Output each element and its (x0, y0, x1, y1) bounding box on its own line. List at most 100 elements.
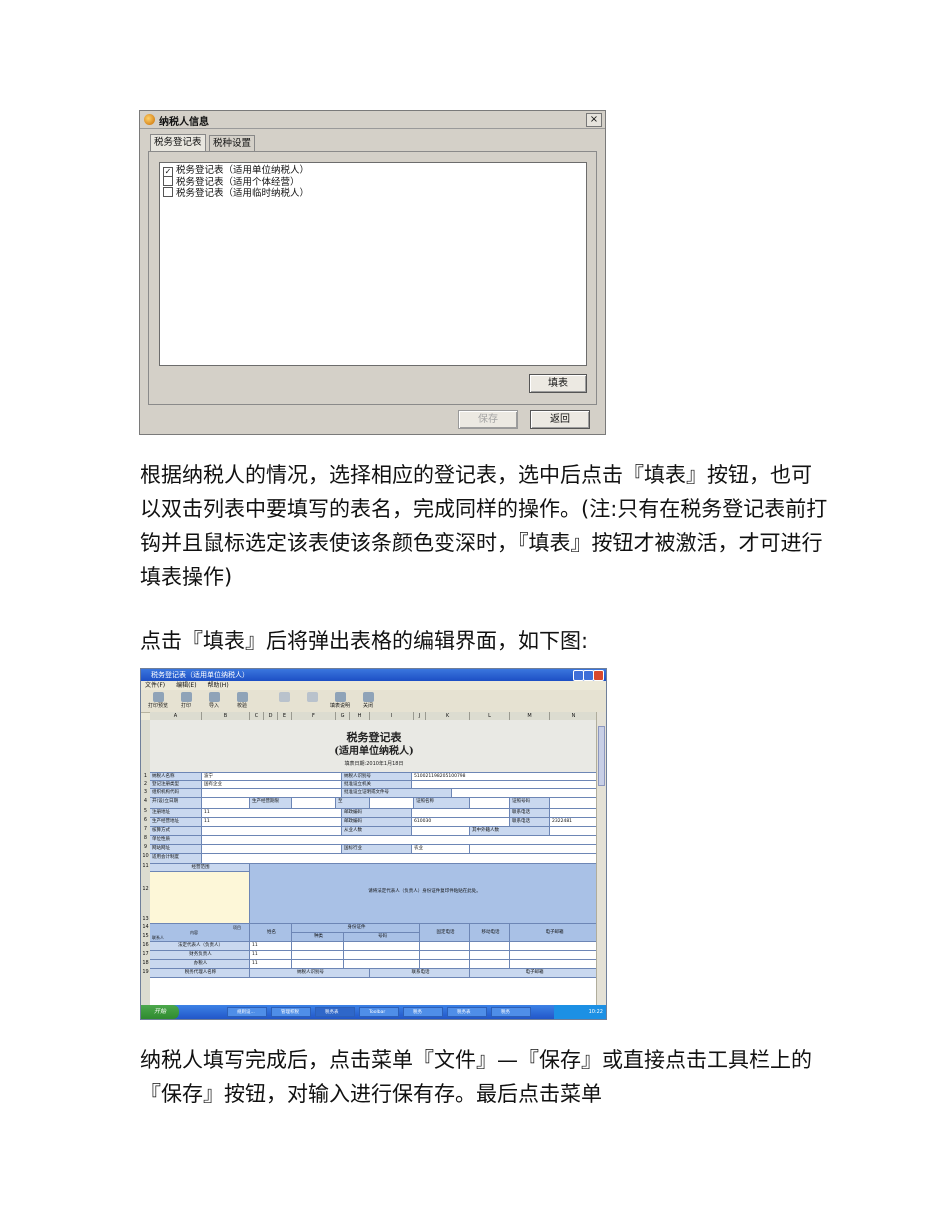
column-header[interactable]: H (350, 712, 370, 720)
row-header[interactable]: 10 (141, 853, 150, 859)
row-header[interactable]: 16 (141, 942, 150, 948)
taskbar-item[interactable]: 规则设... (227, 1007, 267, 1017)
menu-file[interactable]: 文件(F) (145, 682, 165, 689)
printer-icon (180, 692, 192, 702)
editor-menubar: 文件(F) 编辑(E) 帮助(H) (141, 681, 606, 690)
clock: 10:22 (588, 1009, 603, 1015)
column-header[interactable]: C (250, 712, 264, 720)
form-listbox[interactable]: ✓ 税务登记表（适用单位纳税人） 税务登记表（适用个体经营） 税务登记表（适用临时… (159, 162, 587, 366)
import-button[interactable]: 导入 (201, 692, 227, 711)
save-as-icon (306, 692, 318, 702)
back-button[interactable]: 返回 (530, 410, 590, 429)
dialog-titlebar: 纳税人信息 × (140, 111, 605, 129)
taskbar-item[interactable]: Toolbar (359, 1007, 399, 1017)
form-subtitle: (适用单位纳税人) (334, 746, 414, 757)
row-header[interactable]: 17 (141, 951, 150, 957)
column-header[interactable]: N (550, 712, 598, 720)
checkbox-icon[interactable] (163, 187, 173, 197)
agent-info-field[interactable] (150, 978, 598, 987)
list-item[interactable]: ✓ 税务登记表（适用单位纳税人） (163, 165, 309, 177)
column-header[interactable]: B (202, 712, 250, 720)
row-header[interactable]: 12 (141, 886, 150, 892)
paragraph-instructions: 根据纳税人的情况，选择相应的登记表，选中后点击『填表』按钮，也可以双击列表中要填… (140, 463, 828, 589)
windows-taskbar: 开始 规则设... 管理积税 税务表 Toolbar 税务 税务表 税务 10:… (141, 1005, 606, 1019)
tab-panel: ✓ 税务登记表（适用单位纳税人） 税务登记表（适用个体经营） 税务登记表（适用临时… (148, 151, 597, 405)
validate-icon (236, 692, 248, 702)
row-header[interactable]: 3 (141, 789, 150, 795)
column-header[interactable]: A (150, 712, 202, 720)
tax-form-editor-screenshot: 税务登记表（适用单位纳税人） 文件(F) 编辑(E) 帮助(H) 打印预览 打印… (140, 668, 607, 1020)
dialog-title: 纳税人信息 (159, 117, 209, 128)
close-icon[interactable] (593, 670, 604, 681)
row-header[interactable]: 7 (141, 826, 150, 832)
row-header[interactable]: 5 (141, 808, 150, 814)
form-header: 税务登记表 (适用单位纳税人) 填表日期:2010年1月18日 (150, 720, 598, 772)
form-grid: 税务登记表 (适用单位纳税人) 填表日期:2010年1月18日 纳税人名称 波宁… (150, 720, 598, 1006)
column-header[interactable]: F (292, 712, 336, 720)
scroll-thumb[interactable] (598, 726, 605, 786)
fill-date: 填表日期:2010年1月18日 (344, 761, 404, 767)
row-header[interactable]: 1 (141, 773, 150, 779)
save-button[interactable]: 保存 (458, 410, 518, 429)
exit-icon (362, 692, 374, 702)
column-header[interactable]: E (278, 712, 292, 720)
row-header[interactable]: 18 (141, 960, 150, 966)
save-icon (278, 692, 290, 702)
taskbar-item[interactable]: 税务表 (315, 1007, 355, 1017)
row-header[interactable]: 8 (141, 835, 150, 841)
close-icon[interactable]: × (586, 113, 602, 127)
row-header[interactable]: 15 (141, 933, 150, 939)
checkbox-icon[interactable] (163, 176, 173, 186)
row-header[interactable]: 14 (141, 924, 150, 930)
fill-form-button[interactable]: 填表 (529, 374, 587, 393)
table-row: 项目 内容 联系人 姓名 身份证件 种类 号码 固定电话 移动电话 电子邮箱 (150, 923, 598, 942)
print-preview-button[interactable]: 打印预览 (145, 692, 171, 711)
column-header[interactable]: L (470, 712, 510, 720)
row-header[interactable]: 2 (141, 781, 150, 787)
validate-button[interactable]: 校验 (229, 692, 255, 711)
column-header[interactable]: I (370, 712, 414, 720)
save-as-button[interactable] (299, 692, 325, 711)
start-button[interactable]: 开始 (141, 1005, 179, 1019)
taxpayer-info-dialog: 纳税人信息 × 税务登记表 税种设置 ✓ 税务登记表（适用单位纳税人） 税务登记表… (139, 110, 606, 435)
vertical-scrollbar[interactable] (596, 712, 606, 1006)
business-scope-field[interactable] (150, 872, 250, 924)
editor-title: 税务登记表（适用单位纳税人） (151, 671, 249, 679)
tab-tax-registration[interactable]: 税务登记表 (150, 134, 206, 152)
column-header[interactable]: D (264, 712, 278, 720)
paragraph-intro-editor: 点击『填表』后将弹出表格的编辑界面，如下图: (140, 629, 589, 653)
list-item[interactable]: 税务登记表（适用个体经营） (163, 176, 300, 188)
editor-titlebar: 税务登记表（适用单位纳税人） (141, 669, 606, 681)
row-header[interactable]: 4 (141, 798, 150, 804)
import-icon (208, 692, 220, 702)
row-header[interactable]: 6 (141, 817, 150, 823)
tab-tax-settings[interactable]: 税种设置 (209, 135, 256, 151)
row-header[interactable]: 13 (141, 916, 150, 922)
app-icon (144, 114, 155, 125)
column-header[interactable]: G (336, 712, 350, 720)
paragraph-save-instructions: 纳税人填写完成后，点击菜单『文件』—『保存』或直接点击工具栏上的『保存』按钮，对… (140, 1048, 812, 1106)
table-row: 经营范围 请将法定代表人（负责人）身份证件复印件粘贴在此处。 (150, 863, 598, 924)
row-header[interactable]: 9 (141, 844, 150, 850)
column-header[interactable]: M (510, 712, 550, 720)
help-doc-icon (334, 692, 346, 702)
taskbar-item[interactable]: 税务表 (447, 1007, 487, 1017)
fill-help-button[interactable]: 填表说明 (327, 692, 353, 711)
list-item-label: 税务登记表（适用临时纳税人） (176, 188, 310, 199)
table-row (150, 977, 598, 987)
editor-toolbar: 打印预览 打印 导入 校验 填表说明 关闭 (141, 690, 606, 713)
form-rows: 纳税人名称 波宁 纳税人识别号 510021198205100798 登记注册类… (150, 772, 598, 1006)
print-button[interactable]: 打印 (173, 692, 199, 711)
taskbar-item[interactable]: 税务 (491, 1007, 531, 1017)
column-header[interactable]: K (426, 712, 470, 720)
menu-edit[interactable]: 编辑(E) (176, 682, 196, 689)
row-header[interactable]: 19 (141, 969, 150, 975)
close-button[interactable]: 关闭 (355, 692, 381, 711)
taskbar-item[interactable]: 税务 (403, 1007, 443, 1017)
menu-help[interactable]: 帮助(H) (207, 682, 228, 689)
list-item[interactable]: 税务登记表（适用临时纳税人） (163, 187, 310, 199)
taskbar-item[interactable]: 管理积税 (271, 1007, 311, 1017)
column-header[interactable]: J (414, 712, 426, 720)
save-button[interactable] (271, 692, 297, 711)
row-header[interactable]: 11 (141, 863, 150, 869)
